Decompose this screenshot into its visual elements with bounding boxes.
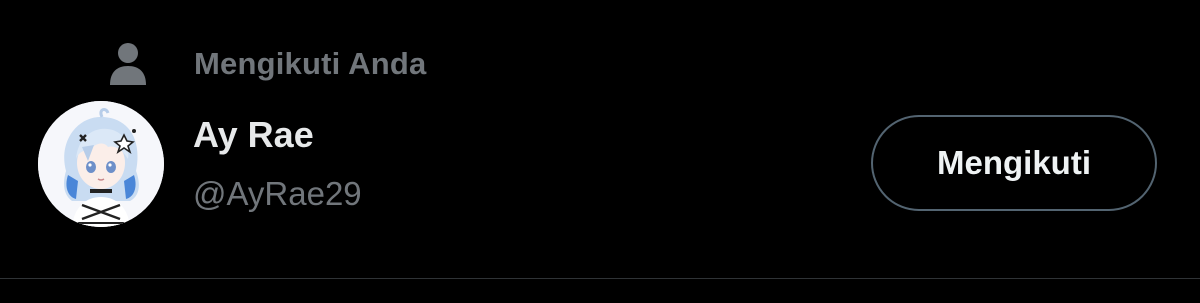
- follows-you-indicator: Mengikuti Anda: [108, 40, 426, 88]
- person-icon: [110, 43, 146, 85]
- display-name[interactable]: Ay Rae: [193, 114, 314, 156]
- divider: [0, 278, 1200, 279]
- user-cell[interactable]: Mengikuti Anda Ay Rae @AyRae29 Mengikuti: [0, 0, 1200, 278]
- avatar[interactable]: [38, 101, 164, 227]
- avatar-image: [38, 101, 164, 227]
- user-handle[interactable]: @AyRae29: [193, 175, 362, 213]
- follows-you-label: Mengikuti Anda: [194, 46, 427, 81]
- following-button[interactable]: Mengikuti: [871, 115, 1157, 211]
